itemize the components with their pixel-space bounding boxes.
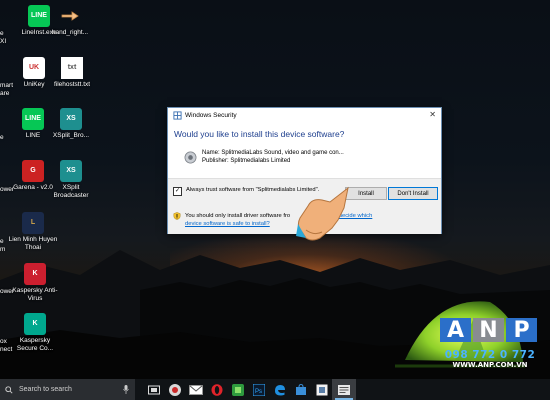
taskbar-app-icon[interactable] bbox=[311, 379, 332, 400]
desktop-icon-xsplit-broadcaster[interactable]: XS XSplit Broadcaster bbox=[46, 160, 96, 199]
warning-text: You should only install driver software … bbox=[185, 213, 291, 219]
help-link-continued[interactable]: device software is safe to install? bbox=[185, 221, 270, 227]
ccleaner-icon[interactable] bbox=[164, 379, 185, 400]
anp-letter-n: N bbox=[473, 318, 504, 343]
desktop-icon-kaspersky-secure[interactable]: K Kaspersky Secure Co... bbox=[10, 313, 60, 352]
partial-label: ox bbox=[0, 338, 7, 345]
desktop-icon-hand-right[interactable]: hand_right... bbox=[45, 5, 95, 37]
device-icon bbox=[184, 151, 197, 164]
dont-install-button[interactable]: Don't Install bbox=[388, 187, 438, 200]
kaspersky-icon: K bbox=[24, 263, 46, 285]
trust-checkbox[interactable]: ✓ bbox=[173, 187, 182, 196]
anp-phone: 098 772 0 772 bbox=[444, 349, 536, 361]
windows-security-icon bbox=[173, 110, 182, 120]
task-view-icon[interactable] bbox=[143, 379, 164, 400]
photoshop-icon[interactable]: Ps bbox=[248, 379, 269, 400]
windows-security-taskbar-button[interactable] bbox=[332, 379, 356, 400]
partial-label: e bbox=[0, 30, 4, 37]
partial-label: nect bbox=[0, 346, 13, 353]
dialog-title: Windows Security bbox=[185, 111, 237, 119]
warning-shield-icon bbox=[173, 212, 181, 220]
partial-label: mart bbox=[0, 82, 13, 89]
taskbar: Search to search Ps bbox=[0, 379, 550, 400]
green-app-icon[interactable] bbox=[227, 379, 248, 400]
microphone-icon[interactable] bbox=[123, 385, 129, 394]
unikey-icon: UK bbox=[23, 57, 45, 79]
xsplit-icon: XS bbox=[60, 160, 82, 182]
device-name: Name: SplitmediaLabs Sound, video and ga… bbox=[202, 150, 344, 156]
partial-label: m bbox=[0, 246, 6, 253]
garena-icon: G bbox=[22, 160, 44, 182]
partial-label: ower bbox=[0, 288, 15, 295]
desktop-icon-xsplit-bro[interactable]: XS XSplit_Bro... bbox=[46, 108, 96, 140]
xsplit-icon: XS bbox=[60, 108, 82, 130]
hand-icon bbox=[59, 5, 81, 27]
taskbar-search[interactable]: Search to search bbox=[0, 379, 135, 400]
opera-icon[interactable] bbox=[206, 379, 227, 400]
partial-label: e bbox=[0, 134, 4, 141]
device-publisher: Publisher: Splitmedialabs Limited bbox=[202, 158, 291, 164]
anp-letter-a: A bbox=[440, 318, 471, 343]
kaspersky-secure-icon: K bbox=[24, 313, 46, 335]
search-icon bbox=[5, 385, 13, 394]
install-question: Would you like to install this device so… bbox=[174, 129, 345, 139]
desktop-icon-filehosts[interactable]: txt filehoststt.txt bbox=[47, 57, 97, 89]
partial-label: XI bbox=[0, 38, 7, 45]
mail-icon[interactable] bbox=[185, 379, 206, 400]
desktop-icon-lien-minh[interactable]: L Lien Minh Huyen Thoai bbox=[8, 212, 58, 251]
pointing-hand-icon bbox=[296, 186, 349, 241]
svg-text:Ps: Ps bbox=[255, 389, 262, 395]
line-icon: LINE bbox=[22, 108, 44, 130]
store-icon[interactable] bbox=[290, 379, 311, 400]
partial-label: ower bbox=[0, 186, 15, 193]
partial-label: e bbox=[0, 238, 4, 245]
text-file-icon: txt bbox=[61, 57, 83, 79]
anp-website: WWW.ANP.COM.VN bbox=[452, 361, 528, 369]
anp-watermark: A N P 098 772 0 772 WWW.ANP.COM.VN bbox=[440, 318, 540, 369]
partial-label: are bbox=[0, 90, 10, 97]
close-icon[interactable]: ✕ bbox=[429, 110, 436, 119]
anp-letter-p: P bbox=[506, 318, 537, 343]
device-details: Name: SplitmediaLabs Sound, video and ga… bbox=[184, 149, 441, 165]
dialog-titlebar: Windows Security bbox=[168, 108, 441, 123]
desktop-icon-kaspersky-av[interactable]: K Kaspersky Anti-Virus bbox=[10, 263, 60, 302]
league-icon: L bbox=[22, 212, 44, 234]
search-placeholder: Search to search bbox=[19, 386, 72, 393]
edge-icon[interactable] bbox=[269, 379, 290, 400]
